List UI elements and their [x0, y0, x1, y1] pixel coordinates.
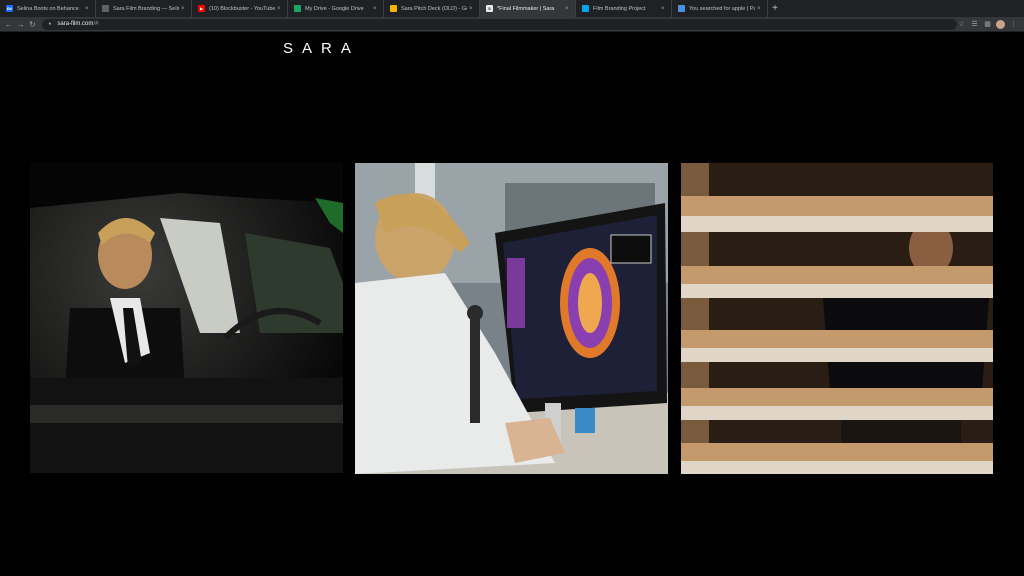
url-host: sara-film.com [57, 21, 94, 27]
slides-icon [390, 5, 397, 12]
tab-title: Selina Boots on Behance [17, 5, 79, 12]
tab-title: (10) Blockbuster - YouTube [209, 5, 275, 12]
extensions-icon[interactable]: ▦ [983, 20, 992, 29]
playlist-icon[interactable]: ☰ [970, 20, 979, 29]
shelves-still[interactable] [681, 163, 993, 474]
profile-avatar[interactable] [996, 19, 1005, 29]
close-tab-icon[interactable]: × [277, 6, 283, 12]
tab-title: Sara Film Branding — Selina I [113, 5, 179, 12]
drive-icon [294, 5, 301, 12]
car-driver-still[interactable] [30, 163, 343, 473]
close-tab-icon[interactable]: × [85, 6, 91, 12]
forward-arrow-icon[interactable]: → [15, 18, 27, 30]
url-path: /# [93, 21, 99, 27]
browser-tab-strip: Bē Selina Boots on Behance × Sara Film Bran… [0, 0, 1024, 17]
back-arrow-icon[interactable]: ← [3, 18, 15, 30]
reload-icon[interactable]: ↻ [27, 18, 39, 30]
browser-tab[interactable]: Sara Film Branding — Selina I× [96, 0, 192, 17]
page-content: SARA [0, 33, 1024, 576]
tab-title: *Final Filmmaker | Sara [497, 5, 555, 12]
close-tab-icon[interactable]: × [373, 6, 379, 12]
site-icon [678, 5, 685, 12]
close-tab-icon[interactable]: × [757, 6, 763, 12]
browser-tab[interactable]: ▶ (10) Blockbuster - YouTube × [192, 0, 288, 17]
browser-tab[interactable]: Film Branding Project × [576, 0, 672, 17]
browser-toolbar: ← → ↻ ● sara-film.com/# ☆ ☰ ▦ ⋮ [0, 17, 1024, 32]
browser-tab[interactable]: You searched for apple | Pag × [672, 0, 768, 17]
browser-tab[interactable]: S *Final Filmmaker | Sara × [480, 0, 576, 17]
globe-icon [102, 5, 109, 12]
browser-tab[interactable]: Sara Pitch Deck (OLD) - Goog× [384, 0, 480, 17]
youtube-icon: ▶ [198, 5, 205, 12]
lab-computer-still[interactable] [355, 163, 668, 474]
address-bar[interactable]: ● sara-film.com/# [42, 18, 957, 30]
tab-title: Film Branding Project [593, 5, 646, 12]
star-icon[interactable]: ☆ [957, 20, 966, 29]
behance-icon: Bē [6, 5, 13, 12]
browser-tab[interactable]: My Drive - Google Drive × [288, 0, 384, 17]
windows-icon [582, 5, 589, 12]
new-tab-icon[interactable]: + [768, 0, 782, 17]
close-tab-icon[interactable]: × [565, 6, 571, 12]
close-tab-icon[interactable]: × [181, 6, 187, 12]
squarespace-icon: S [486, 5, 493, 12]
more-menu-icon[interactable]: ⋮ [1009, 20, 1018, 29]
tab-title: You searched for apple | Pag [689, 5, 755, 12]
close-tab-icon[interactable]: × [661, 6, 667, 12]
tab-title: Sara Pitch Deck (OLD) - Goog [401, 5, 467, 12]
tab-title: My Drive - Google Drive [305, 5, 364, 12]
browser-tab[interactable]: Bē Selina Boots on Behance × [0, 0, 96, 17]
close-tab-icon[interactable]: × [469, 6, 475, 12]
lock-icon: ● [48, 20, 52, 27]
site-logo[interactable]: SARA [283, 40, 360, 57]
